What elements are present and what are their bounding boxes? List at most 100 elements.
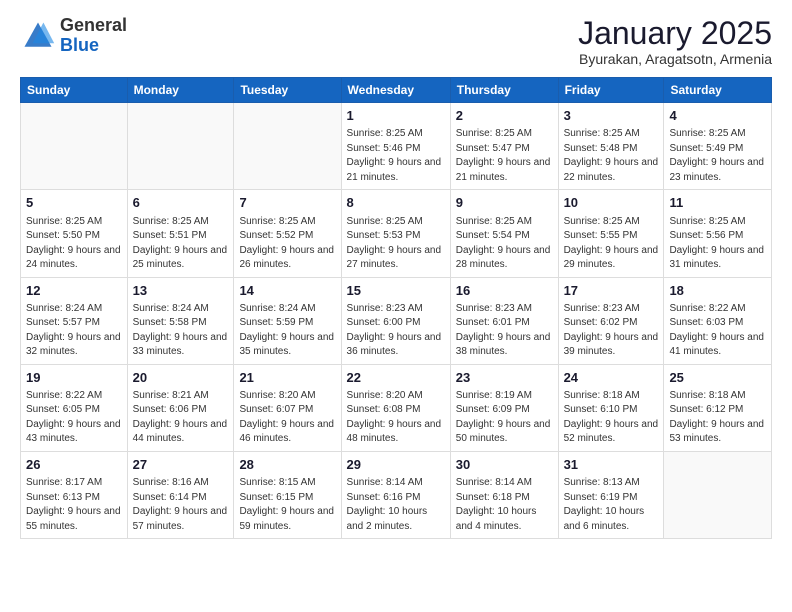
calendar-cell: 7 Sunrise: 8:25 AM Sunset: 5:52 PM Daylig… [234,190,341,277]
day-info: Sunrise: 8:25 AM Sunset: 5:55 PM Dayligh… [564,215,659,273]
day-info: Sunrise: 8:23 AM Sunset: 6:01 PM Dayligh… [456,302,553,360]
calendar-cell: 24 Sunrise: 8:18 AM Sunset: 6:10 PM Dayli… [558,364,664,451]
calendar-cell: 8 Sunrise: 8:25 AM Sunset: 5:53 PM Daylig… [341,190,450,277]
title-block: January 2025 Byurakan, Aragatsotn, Armen… [578,16,772,67]
page: General Blue January 2025 Byurakan, Arag… [0,0,792,549]
day-info: Sunrise: 8:21 AM Sunset: 6:06 PM Dayligh… [133,389,229,447]
day-info: Sunrise: 8:13 AM Sunset: 6:19 PM Dayligh… [564,476,659,534]
day-number: 9 [456,194,553,212]
day-info: Sunrise: 8:25 AM Sunset: 5:49 PM Dayligh… [669,127,766,185]
calendar-cell: 4 Sunrise: 8:25 AM Sunset: 5:49 PM Daylig… [664,103,772,190]
logo: General Blue [20,16,127,56]
day-info: Sunrise: 8:15 AM Sunset: 6:15 PM Dayligh… [239,476,335,534]
day-number: 25 [669,369,766,387]
calendar-cell: 17 Sunrise: 8:23 AM Sunset: 6:02 PM Dayli… [558,277,664,364]
calendar-table: Sunday Monday Tuesday Wednesday Thursday… [20,77,772,539]
location-subtitle: Byurakan, Aragatsotn, Armenia [578,51,772,67]
calendar-week-row: 12Sunrise: 8:24 AM Sunset: 5:57 PM Dayli… [21,277,772,364]
calendar-body: 1 Sunrise: 8:25 AM Sunset: 5:46 PM Daylig… [21,103,772,539]
day-info: Sunrise: 8:25 AM Sunset: 5:48 PM Dayligh… [564,127,659,185]
day-number: 31 [564,456,659,474]
day-info: Sunrise: 8:24 AM Sunset: 5:58 PM Dayligh… [133,302,229,360]
day-number: 1 [347,107,445,125]
logo-icon [20,18,56,54]
calendar-cell: 18Sunrise: 8:22 AM Sunset: 6:03 PM Dayli… [664,277,772,364]
day-number: 24 [564,369,659,387]
calendar-header-row: Sunday Monday Tuesday Wednesday Thursday… [21,78,772,103]
logo-general: General [60,16,127,36]
calendar-week-row: 26 Sunrise: 8:17 AM Sunset: 6:13 PM Dayli… [21,451,772,538]
calendar-cell: 29Sunrise: 8:14 AM Sunset: 6:16 PM Dayli… [341,451,450,538]
day-number: 6 [133,194,229,212]
day-number: 12 [26,282,122,300]
header-thursday: Thursday [450,78,558,103]
day-number: 20 [133,369,229,387]
day-number: 2 [456,107,553,125]
day-number: 27 [133,456,229,474]
day-number: 28 [239,456,335,474]
calendar-cell [664,451,772,538]
day-number: 11 [669,194,766,212]
calendar-cell: 25 Sunrise: 8:18 AM Sunset: 6:12 PM Dayli… [664,364,772,451]
day-info: Sunrise: 8:25 AM Sunset: 5:51 PM Dayligh… [133,215,229,273]
calendar-cell: 10 Sunrise: 8:25 AM Sunset: 5:55 PM Dayli… [558,190,664,277]
calendar-cell: 2Sunrise: 8:25 AM Sunset: 5:47 PM Daylig… [450,103,558,190]
calendar-cell: 20 Sunrise: 8:21 AM Sunset: 6:06 PM Dayli… [127,364,234,451]
logo-blue: Blue [60,36,127,56]
day-info: Sunrise: 8:19 AM Sunset: 6:09 PM Dayligh… [456,389,553,447]
calendar-cell: 30 Sunrise: 8:14 AM Sunset: 6:18 PM Dayli… [450,451,558,538]
calendar-cell [127,103,234,190]
day-number: 26 [26,456,122,474]
header-friday: Friday [558,78,664,103]
month-title: January 2025 [578,16,772,51]
day-info: Sunrise: 8:23 AM Sunset: 6:02 PM Dayligh… [564,302,659,360]
day-number: 4 [669,107,766,125]
day-info: Sunrise: 8:17 AM Sunset: 6:13 PM Dayligh… [26,476,122,534]
day-info: Sunrise: 8:18 AM Sunset: 6:10 PM Dayligh… [564,389,659,447]
day-info: Sunrise: 8:25 AM Sunset: 5:54 PM Dayligh… [456,215,553,273]
day-number: 21 [239,369,335,387]
day-info: Sunrise: 8:25 AM Sunset: 5:50 PM Dayligh… [26,215,122,273]
calendar-cell: 12Sunrise: 8:24 AM Sunset: 5:57 PM Dayli… [21,277,128,364]
calendar-cell: 27 Sunrise: 8:16 AM Sunset: 6:14 PM Dayli… [127,451,234,538]
header-saturday: Saturday [664,78,772,103]
day-number: 7 [239,194,335,212]
day-number: 18 [669,282,766,300]
day-number: 16 [456,282,553,300]
day-number: 29 [347,456,445,474]
calendar-week-row: 1 Sunrise: 8:25 AM Sunset: 5:46 PM Daylig… [21,103,772,190]
day-info: Sunrise: 8:18 AM Sunset: 6:12 PM Dayligh… [669,389,766,447]
day-info: Sunrise: 8:25 AM Sunset: 5:52 PM Dayligh… [239,215,335,273]
header-sunday: Sunday [21,78,128,103]
header-wednesday: Wednesday [341,78,450,103]
calendar-cell: 9 Sunrise: 8:25 AM Sunset: 5:54 PM Daylig… [450,190,558,277]
day-info: Sunrise: 8:14 AM Sunset: 6:18 PM Dayligh… [456,476,553,534]
day-info: Sunrise: 8:22 AM Sunset: 6:05 PM Dayligh… [26,389,122,447]
calendar-cell: 3Sunrise: 8:25 AM Sunset: 5:48 PM Daylig… [558,103,664,190]
calendar-cell: 16 Sunrise: 8:23 AM Sunset: 6:01 PM Dayli… [450,277,558,364]
day-info: Sunrise: 8:20 AM Sunset: 6:07 PM Dayligh… [239,389,335,447]
day-number: 30 [456,456,553,474]
calendar-cell: 19Sunrise: 8:22 AM Sunset: 6:05 PM Dayli… [21,364,128,451]
day-number: 8 [347,194,445,212]
calendar-cell: 22 Sunrise: 8:20 AM Sunset: 6:08 PM Dayli… [341,364,450,451]
calendar-week-row: 19Sunrise: 8:22 AM Sunset: 6:05 PM Dayli… [21,364,772,451]
day-number: 17 [564,282,659,300]
logo-text: General Blue [60,16,127,56]
day-info: Sunrise: 8:25 AM Sunset: 5:46 PM Dayligh… [347,127,445,185]
day-info: Sunrise: 8:20 AM Sunset: 6:08 PM Dayligh… [347,389,445,447]
day-number: 14 [239,282,335,300]
day-info: Sunrise: 8:25 AM Sunset: 5:53 PM Dayligh… [347,215,445,273]
day-number: 23 [456,369,553,387]
day-info: Sunrise: 8:23 AM Sunset: 6:00 PM Dayligh… [347,302,445,360]
calendar-cell [234,103,341,190]
calendar-cell: 28 Sunrise: 8:15 AM Sunset: 6:15 PM Dayli… [234,451,341,538]
day-number: 22 [347,369,445,387]
calendar-week-row: 5Sunrise: 8:25 AM Sunset: 5:50 PM Daylig… [21,190,772,277]
calendar-cell: 31 Sunrise: 8:13 AM Sunset: 6:19 PM Dayli… [558,451,664,538]
day-info: Sunrise: 8:16 AM Sunset: 6:14 PM Dayligh… [133,476,229,534]
header-tuesday: Tuesday [234,78,341,103]
header-monday: Monday [127,78,234,103]
calendar-cell [21,103,128,190]
day-number: 10 [564,194,659,212]
